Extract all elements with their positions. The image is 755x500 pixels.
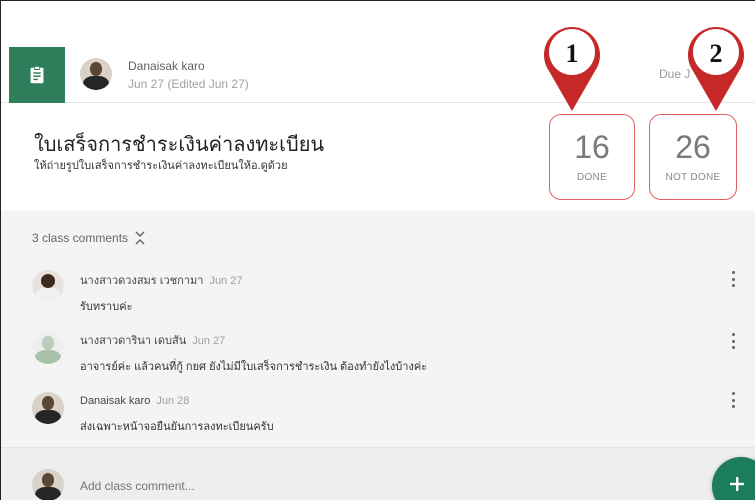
post-description: ให้ถ่ายรูปใบเสร็จการชำระเงินค่าลงทะเบียน… <box>34 160 288 172</box>
comment-date: Jun 27 <box>209 275 243 287</box>
comment-text: รับทราบค่ะ <box>80 301 133 313</box>
add-comment-input[interactable] <box>80 479 480 493</box>
post-date: Jun 27 (Edited Jun 27) <box>128 77 249 91</box>
comment-more-icon[interactable] <box>729 390 737 410</box>
class-comments-toggle[interactable]: 3 class comments <box>32 230 146 246</box>
comment-item: นางสาวดวงสมร เวชกามา Jun 27 รับทราบค่ะ <box>80 271 242 315</box>
collapse-icon[interactable] <box>134 230 146 246</box>
post-header <box>1 47 755 103</box>
done-stat-button[interactable]: 16 DONE <box>549 114 635 200</box>
comment-date: Jun 27 <box>192 335 226 347</box>
comment-more-icon[interactable] <box>729 331 737 351</box>
comment-avatar[interactable] <box>32 392 64 424</box>
marker-2-pin-icon: 2 <box>688 27 744 111</box>
comment-text: ส่งเฉพาะหน้าจอยืนยันการลงทะเบียนครับ <box>80 421 274 433</box>
comment-text: อาจารย์ค่ะ แล้วคนที่กู้ กยศ ยังไม่มีใบเส… <box>80 361 428 373</box>
done-label: DONE <box>576 172 608 183</box>
class-comments-count: 3 class comments <box>32 231 129 245</box>
not-done-label: NOT DONE <box>665 172 721 183</box>
comment-more-icon[interactable] <box>729 269 737 289</box>
plus-icon <box>730 477 744 491</box>
marker-2-label: 2 <box>710 39 723 68</box>
comment-author[interactable]: Danaisak karo <box>80 395 150 407</box>
top-strip <box>1 1 755 47</box>
assignment-icon <box>9 47 65 103</box>
marker-1-pin-icon: 1 <box>544 27 600 111</box>
comment-item: Danaisak karo Jun 28 ส่งเฉพาะหน้าจอยืนยัน… <box>80 391 274 435</box>
stream-post-card: Danaisak karo Jun 27 (Edited Jun 27) Due… <box>0 0 755 500</box>
comment-author[interactable]: นางสาวดารินา เดบสัน <box>80 335 186 347</box>
done-count: 16 <box>574 129 610 165</box>
comment-avatar[interactable] <box>32 332 64 364</box>
current-user-avatar <box>32 469 64 500</box>
not-done-stat-button[interactable]: 26 NOT DONE <box>649 114 737 200</box>
clipboard-icon <box>30 65 44 84</box>
marker-1-label: 1 <box>566 39 579 68</box>
comment-item: นางสาวดารินา เดบสัน Jun 27 อาจารย์ค่ะ แล้… <box>80 331 427 375</box>
author-avatar[interactable] <box>80 58 112 90</box>
post-author-name[interactable]: Danaisak karo <box>128 59 205 73</box>
comment-avatar[interactable] <box>32 270 64 302</box>
not-done-count: 26 <box>675 129 711 165</box>
comment-author[interactable]: นางสาวดวงสมร เวชกามา <box>80 275 203 287</box>
comment-date: Jun 28 <box>156 395 190 407</box>
